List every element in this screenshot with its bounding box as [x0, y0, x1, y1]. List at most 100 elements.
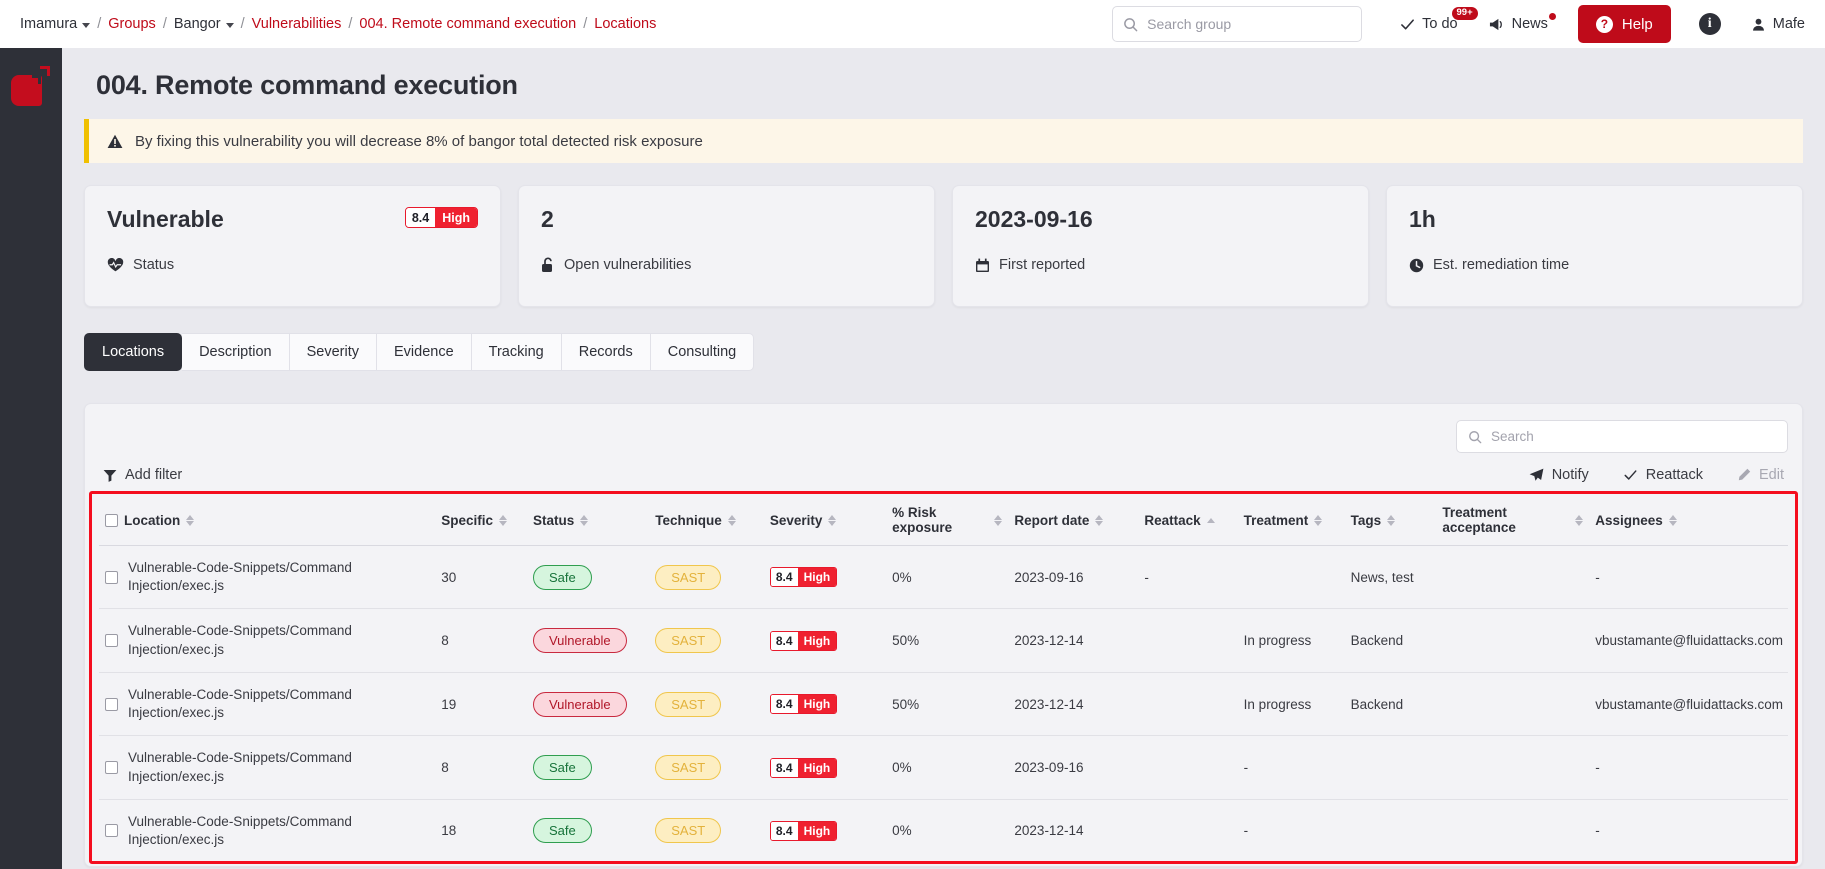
user-name: Mafe — [1772, 16, 1805, 32]
group-search-box[interactable] — [1112, 6, 1363, 42]
row-checkbox[interactable] — [105, 570, 118, 584]
cell-acceptance — [1436, 735, 1590, 800]
table-row[interactable]: Vulnerable-Code-Snippets/Command Injecti… — [99, 735, 1788, 800]
table-row[interactable]: Vulnerable-Code-Snippets/Command Injecti… — [99, 671, 1788, 736]
open-vulnerabilities-label: Open vulnerabilities — [564, 257, 692, 273]
col-report-date[interactable]: Report date — [1008, 495, 1139, 546]
col-specific[interactable]: Specific — [435, 495, 527, 546]
row-checkbox[interactable] — [105, 824, 118, 838]
cell-assignees: - — [1589, 544, 1788, 609]
todo-button[interactable]: To do 99+ — [1400, 7, 1478, 32]
sort-icon[interactable] — [727, 514, 736, 526]
check-icon — [1623, 468, 1638, 482]
tab-description[interactable]: Description — [182, 333, 290, 371]
cell-acceptance — [1436, 798, 1590, 863]
row-checkbox[interactable] — [105, 761, 118, 775]
edit-button[interactable]: Edit — [1737, 467, 1784, 483]
col-tags[interactable]: Tags — [1344, 495, 1437, 546]
col-risk-exposure[interactable]: % Risk exposure — [886, 495, 1009, 546]
tab-records[interactable]: Records — [561, 333, 651, 371]
cell-treatment: In progress — [1237, 608, 1345, 673]
cell-specific: 18 — [435, 798, 527, 863]
brand-logo-icon[interactable] — [11, 66, 51, 106]
row-checkbox[interactable] — [105, 634, 118, 648]
breadcrumb-finding[interactable]: 004. Remote command execution — [359, 16, 576, 32]
col-severity[interactable]: Severity — [763, 495, 887, 546]
user-menu[interactable]: Mafe — [1751, 16, 1805, 32]
cell-specific: 8 — [435, 608, 527, 673]
news-button[interactable]: News — [1488, 13, 1556, 32]
severity-level: High — [797, 821, 837, 840]
col-reattack[interactable]: Reattack — [1138, 495, 1238, 546]
reattack-button[interactable]: Reattack — [1623, 467, 1703, 483]
sort-icon[interactable] — [1387, 514, 1396, 526]
megaphone-icon — [1488, 17, 1505, 32]
sort-icon[interactable] — [1668, 514, 1677, 526]
col-assignees[interactable]: Assignees — [1589, 495, 1788, 546]
table-row[interactable]: Vulnerable-Code-Snippets/Command Injecti… — [99, 798, 1788, 863]
col-treatment-acceptance[interactable]: Treatment acceptance — [1436, 495, 1590, 546]
col-location[interactable]: Location — [99, 495, 436, 546]
sort-icon[interactable] — [1095, 514, 1104, 526]
col-status[interactable]: Status — [526, 495, 650, 546]
status-card-label: Status — [133, 257, 175, 273]
sort-icon[interactable] — [580, 514, 589, 526]
status-badge: Safe — [532, 564, 592, 590]
table-row[interactable]: Vulnerable-Code-Snippets/Command Injecti… — [99, 608, 1788, 673]
search-icon — [1123, 17, 1138, 32]
sort-icon[interactable] — [994, 514, 1003, 526]
top-bar-actions: To do 99+ News ? Help i Mafe — [1112, 5, 1825, 43]
severity-badge: 8.4 High — [769, 820, 838, 841]
open-vulnerabilities-label-row: Open vulnerabilities — [541, 257, 691, 273]
cell-severity: 8.4 High — [763, 544, 887, 609]
location-text: Vulnerable-Code-Snippets/Command Injecti… — [128, 813, 352, 847]
breadcrumb-separator: / — [97, 16, 102, 32]
sort-icon[interactable] — [1206, 517, 1215, 523]
sort-icon[interactable] — [828, 514, 837, 526]
select-all-checkbox[interactable] — [105, 513, 118, 527]
cell-reattack — [1138, 608, 1238, 673]
sort-icon[interactable] — [1314, 514, 1323, 526]
breadcrumb-vulnerabilities[interactable]: Vulnerabilities — [252, 16, 342, 32]
notify-button[interactable]: Notify — [1529, 467, 1589, 483]
search-input[interactable] — [1147, 16, 1352, 32]
cell-status: Vulnerable — [526, 671, 650, 736]
tab-tracking[interactable]: Tracking — [471, 333, 562, 371]
cell-report-date: 2023-12-14 — [1008, 798, 1139, 863]
severity-score: 8.4 — [770, 568, 798, 587]
severity-level: High — [797, 631, 837, 650]
cell-risk: 0% — [886, 735, 1009, 800]
sort-icon[interactable] — [186, 514, 195, 526]
edit-label: Edit — [1759, 467, 1784, 483]
breadcrumb-separator: / — [583, 16, 588, 32]
cell-status: Safe — [526, 798, 650, 863]
table-search-box[interactable] — [1456, 420, 1788, 453]
news-label: News — [1511, 16, 1548, 32]
tab-evidence[interactable]: Evidence — [377, 333, 472, 371]
heartbeat-icon — [107, 258, 124, 272]
add-filter-button[interactable]: Add filter — [103, 467, 182, 483]
breadcrumb-org[interactable]: Imamura — [20, 16, 91, 32]
cell-report-date: 2023-12-14 — [1008, 608, 1139, 673]
severity-score: 8.4 — [770, 631, 798, 650]
col-location-label: Location — [124, 512, 181, 528]
tab-locations[interactable]: Locations — [84, 333, 183, 371]
col-treatment[interactable]: Treatment — [1237, 495, 1345, 546]
tab-severity[interactable]: Severity — [289, 333, 377, 371]
table-actions: Notify Reattack Edit — [1529, 467, 1784, 483]
tab-consulting[interactable]: Consulting — [650, 333, 755, 371]
breadcrumb-locations[interactable]: Locations — [594, 16, 656, 32]
help-button[interactable]: ? Help — [1577, 5, 1671, 43]
row-checkbox[interactable] — [105, 697, 118, 711]
table-row[interactable]: Vulnerable-Code-Snippets/Command Injecti… — [99, 544, 1788, 609]
info-icon[interactable]: i — [1698, 13, 1721, 35]
cell-technique: SAST — [649, 608, 764, 673]
col-technique[interactable]: Technique — [649, 495, 764, 546]
breadcrumb-group[interactable]: Bangor — [174, 16, 234, 32]
sort-icon[interactable] — [1575, 514, 1584, 526]
sort-icon[interactable] — [499, 514, 508, 526]
remediation-time-value: 1h — [1409, 206, 1436, 232]
breadcrumb-groups[interactable]: Groups — [108, 16, 156, 32]
add-filter-label: Add filter — [125, 467, 183, 483]
table-search-input[interactable] — [1491, 429, 1776, 444]
